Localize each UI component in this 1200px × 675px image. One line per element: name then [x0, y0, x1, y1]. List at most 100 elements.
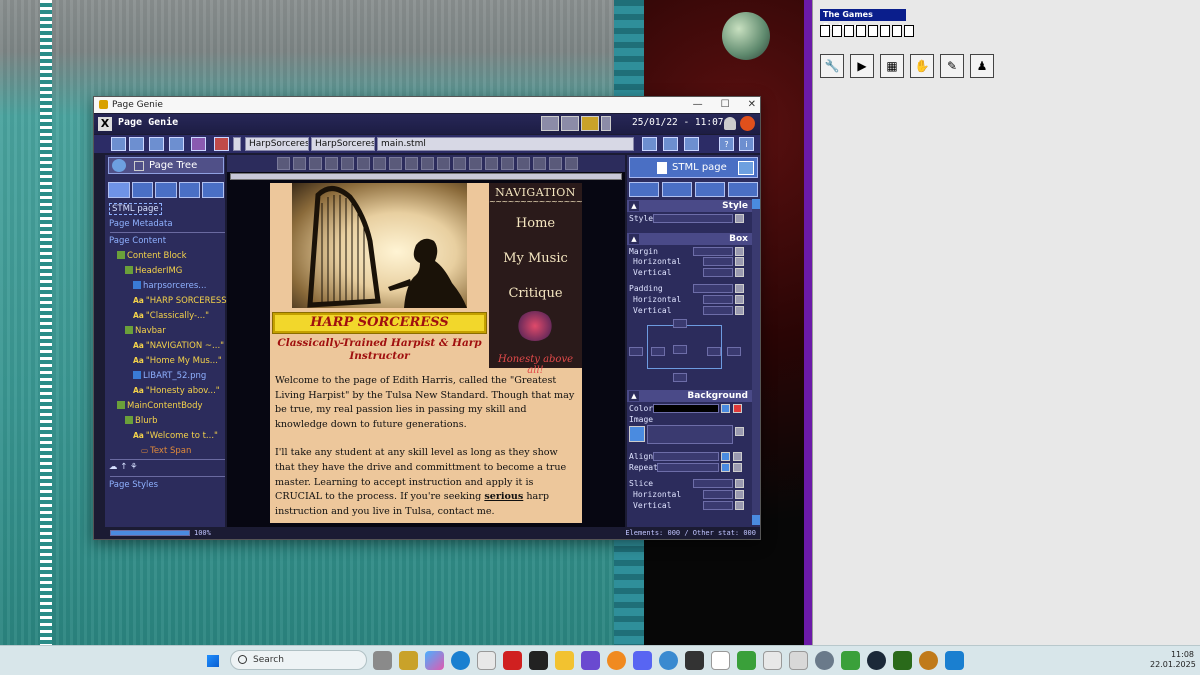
format-tool-icon[interactable]	[325, 157, 338, 170]
tool-icon[interactable]	[844, 25, 854, 37]
tool-icon[interactable]	[832, 25, 842, 37]
tree-node[interactable]: MainContentBody	[117, 401, 203, 411]
system-clock[interactable]: 11:08 22.01.2025	[1150, 650, 1196, 670]
app-icon[interactable]	[763, 651, 782, 670]
minimize-button[interactable]: —	[693, 97, 703, 113]
task-view-icon[interactable]	[373, 651, 392, 670]
stop-icon[interactable]	[214, 137, 229, 151]
clear-icon[interactable]	[735, 490, 744, 499]
clear-icon[interactable]	[735, 268, 744, 277]
site-field[interactable]: HarpSorceress	[311, 137, 375, 151]
margin-horizontal-input[interactable]	[703, 257, 733, 266]
clear-icon[interactable]	[735, 427, 744, 436]
format-tool-icon[interactable]	[453, 157, 466, 170]
tree-node-page-styles[interactable]: Page Styles	[109, 480, 158, 490]
tree-node[interactable]: Content Block	[117, 251, 187, 261]
games-factory-title[interactable]: The Games Factory	[820, 9, 906, 31]
format-tool-icon[interactable]	[341, 157, 354, 170]
nav-link-home[interactable]: Home	[489, 216, 582, 231]
clear-icon[interactable]	[735, 295, 744, 304]
wrench-icon[interactable]: 🔧	[820, 54, 844, 78]
nav-link-critique[interactable]: Critique	[489, 286, 582, 301]
tool-icon[interactable]	[856, 25, 866, 37]
store-icon[interactable]	[477, 651, 496, 670]
refresh-icon[interactable]	[642, 137, 657, 151]
clear-icon[interactable]	[735, 284, 744, 293]
margin-vertical-input[interactable]	[703, 268, 733, 277]
power-icon[interactable]	[740, 116, 755, 131]
tab-image[interactable]	[131, 182, 154, 198]
style-input[interactable]	[653, 214, 733, 223]
bell-icon[interactable]	[724, 117, 736, 130]
slice-horizontal-input[interactable]	[703, 490, 733, 499]
tool-icon[interactable]	[868, 25, 878, 37]
copilot-icon[interactable]	[425, 651, 444, 670]
taskbar-search[interactable]: Search	[230, 650, 367, 670]
help-icon[interactable]: ?	[719, 137, 734, 151]
section-background[interactable]: ▲ Background	[627, 390, 752, 402]
clear-icon[interactable]	[735, 479, 744, 488]
discord-icon[interactable]	[633, 651, 652, 670]
save-as-icon[interactable]	[169, 137, 184, 151]
format-tool-icon[interactable]	[565, 157, 578, 170]
format-tool-icon[interactable]	[277, 157, 290, 170]
padding-vertical-input[interactable]	[703, 306, 733, 315]
eye-icon[interactable]	[738, 161, 754, 175]
ruler[interactable]	[230, 173, 622, 180]
image-input[interactable]	[647, 425, 733, 444]
section-box[interactable]: ▲ Box	[627, 233, 752, 245]
box-model-input[interactable]	[673, 373, 687, 382]
chevron-down-icon[interactable]	[721, 404, 730, 413]
chevron-down-icon[interactable]	[721, 463, 730, 472]
format-tool-icon[interactable]	[533, 157, 546, 170]
box-model-input[interactable]	[707, 347, 721, 356]
format-tool-icon[interactable]	[357, 157, 370, 170]
tree-node-stml-page[interactable]: STML page	[109, 203, 162, 215]
align-select[interactable]	[653, 452, 719, 461]
format-tool-icon[interactable]	[421, 157, 434, 170]
clear-icon[interactable]	[735, 257, 744, 266]
vscode-icon[interactable]	[945, 651, 964, 670]
scroll-up-icon[interactable]	[752, 199, 760, 209]
slice-input[interactable]	[693, 479, 733, 488]
tab-code[interactable]	[178, 182, 201, 198]
clear-icon[interactable]	[735, 214, 744, 223]
search-app-icon[interactable]	[607, 651, 626, 670]
tab-quote[interactable]	[202, 182, 224, 198]
box-model-input[interactable]	[727, 347, 741, 356]
film-icon[interactable]: ▦	[880, 54, 904, 78]
filename-field[interactable]: main.stml	[377, 137, 634, 151]
format-tool-icon[interactable]	[293, 157, 306, 170]
app-xm-icon[interactable]	[685, 651, 704, 670]
box-model-input[interactable]	[629, 347, 643, 356]
steam-icon[interactable]	[867, 651, 886, 670]
play-icon[interactable]: ▶	[850, 54, 874, 78]
print-icon[interactable]	[191, 137, 206, 151]
edge-icon[interactable]	[451, 651, 470, 670]
tree-node[interactable]: Blurb	[125, 416, 157, 426]
tool-icon[interactable]	[892, 25, 902, 37]
genie-lamp-icon[interactable]	[399, 651, 418, 670]
tab-link[interactable]	[728, 182, 758, 197]
properties-scrollbar[interactable]	[752, 199, 760, 525]
windows-start-icon[interactable]	[205, 653, 221, 669]
hourglass-icon[interactable]	[684, 137, 699, 151]
padding-input[interactable]	[693, 284, 733, 293]
open-folder-icon[interactable]	[129, 137, 144, 151]
tab-list[interactable]	[108, 182, 130, 198]
app-calendar-icon[interactable]	[529, 651, 548, 670]
section-style[interactable]: ▲ Style	[627, 200, 752, 212]
app-icon[interactable]	[919, 651, 938, 670]
tree-node-page-content[interactable]: Page Content	[109, 236, 166, 246]
format-tool-icon[interactable]	[437, 157, 450, 170]
scroll-down-icon[interactable]	[752, 515, 760, 525]
color-swatch[interactable]	[653, 404, 719, 413]
format-tool-icon[interactable]	[549, 157, 562, 170]
app-icon[interactable]	[659, 651, 678, 670]
box-model-input[interactable]	[673, 319, 687, 328]
play-icon[interactable]	[601, 116, 611, 131]
tools-icon[interactable]	[541, 116, 559, 131]
format-tool-icon[interactable]	[373, 157, 386, 170]
format-tool-icon[interactable]	[389, 157, 402, 170]
chevron-down-icon[interactable]	[721, 452, 730, 461]
